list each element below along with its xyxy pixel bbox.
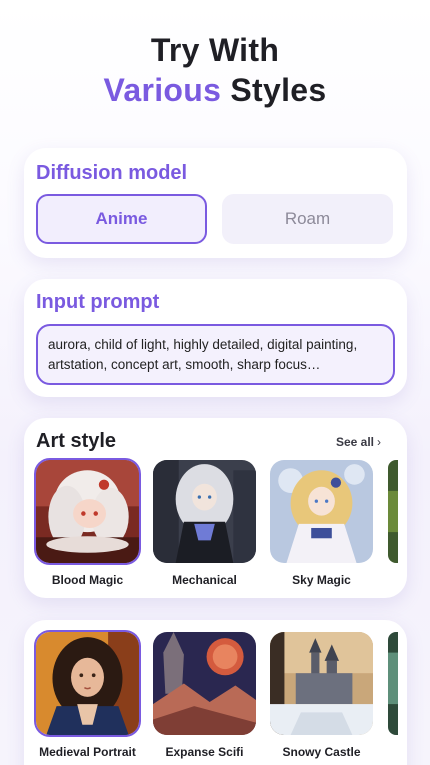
see-all-label: See all [335,435,374,449]
model-option-roam[interactable]: Roam [222,194,393,244]
style-tile-sky-magic[interactable]: Sky Magic [270,460,373,587]
model-option-anime[interactable]: Anime [36,194,207,244]
input-prompt-title: Input prompt [36,291,160,313]
headline-line2: Various Styles [0,70,430,110]
style-tile-snowy-castle[interactable]: Snowy Castle [270,632,373,759]
medieval-portrait-image [34,630,141,737]
input-prompt-card: Input prompt aurora, child of light, hig… [24,279,407,397]
art-style-card-2: Medieval Portrait Expanse Scifi Snowy Ca… [24,620,407,765]
tile-label: Expanse Scifi [165,745,244,759]
headline-rest: Styles [221,72,327,108]
tile-label: Blood Magic [51,573,124,587]
headline-accent: Various [103,72,222,108]
diffusion-model-title: Diffusion model [36,162,188,184]
blood-magic-image [34,458,141,565]
tile-label: Sky Magic [292,573,351,587]
style-tile-blood-magic[interactable]: Blood Magic [34,458,141,587]
headline-line1: Try With [150,32,280,68]
style-tile-mechanical[interactable]: Mechanical [153,460,256,587]
snowy-castle-image [270,632,373,735]
tile-label: Medieval Portrait [39,745,136,759]
sky-magic-image [270,460,373,563]
see-all-link[interactable]: See all › [336,435,381,449]
style-tile-expanse-scifi[interactable]: Expanse Scifi [153,632,256,759]
prompt-input[interactable]: aurora, child of light, highly detailed,… [36,324,395,385]
tile-label: Mechanical [172,573,237,587]
tile-label: Snowy Castle [282,745,361,759]
diffusion-model-card: Diffusion model Anime Roam [24,148,407,258]
art-style-title: Art style [36,430,117,452]
expanse-scifi-image [153,632,256,735]
headline: Try With Various Styles [0,30,430,110]
style-tile-medieval-portrait[interactable]: Medieval Portrait [34,630,141,759]
next-tile-peek [388,632,398,735]
mechanical-image [153,460,256,563]
art-style-card: Art style See all › Blood Magic Mechanic… [24,418,407,598]
chevron-right-icon: › [377,435,381,449]
next-tile-peek [388,460,398,563]
